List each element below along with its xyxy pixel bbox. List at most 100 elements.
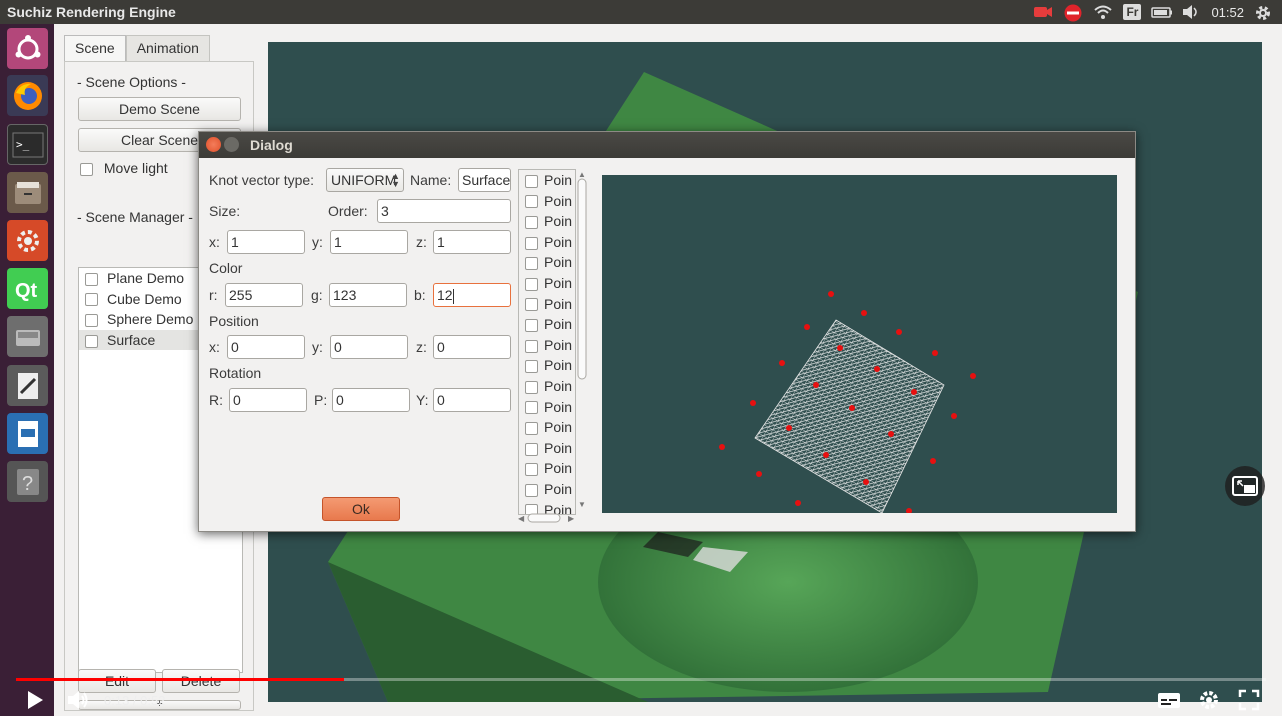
point-checkbox[interactable] <box>525 236 538 250</box>
firefox-icon[interactable] <box>7 75 48 116</box>
picture-in-picture-button[interactable] <box>1225 466 1265 506</box>
dialog-titlebar[interactable]: Dialog <box>199 132 1135 158</box>
rotation-pitch-field[interactable]: 0 <box>332 388 410 412</box>
point-checkbox[interactable] <box>525 360 538 374</box>
qt-creator-icon[interactable]: Qt <box>7 268 48 309</box>
item-checkbox[interactable] <box>85 272 98 286</box>
position-y-label: y: <box>312 339 323 355</box>
point-checkbox[interactable] <box>525 298 538 312</box>
knot-vector-select[interactable]: UNIFORM ▲ ▼ <box>326 168 404 192</box>
gear-icon[interactable] <box>1254 4 1274 20</box>
text-editor-icon[interactable] <box>7 365 48 406</box>
color-r-field[interactable]: 255 <box>225 283 303 307</box>
point-checkbox[interactable] <box>525 380 538 394</box>
do-not-disturb-icon[interactable] <box>1063 4 1083 22</box>
position-z-label: z: <box>416 339 427 355</box>
text-cursor <box>452 288 454 304</box>
move-light-option[interactable]: Move light <box>80 160 168 176</box>
point-list-item[interactable]: Poin <box>519 252 575 273</box>
point-list-item[interactable]: Poin <box>519 232 575 253</box>
delete-button[interactable]: Delete <box>162 669 240 693</box>
point-checkbox[interactable] <box>525 339 538 353</box>
ubuntu-dash-icon[interactable] <box>7 28 48 69</box>
point-list-item[interactable]: Poin <box>519 376 575 397</box>
point-checkbox[interactable] <box>525 421 538 435</box>
demo-scene-button[interactable]: Demo Scene <box>78 97 241 121</box>
libreoffice-impress-icon[interactable] <box>7 413 48 454</box>
order-field[interactable]: 3 <box>377 199 511 223</box>
point-checkbox[interactable] <box>525 401 538 415</box>
color-r-label: r: <box>209 287 218 303</box>
point-checkbox[interactable] <box>525 442 538 456</box>
point-list-item[interactable]: Poin <box>519 479 575 500</box>
wifi-icon[interactable] <box>1093 4 1113 20</box>
color-b-field[interactable]: 12 <box>433 283 511 307</box>
point-list-item[interactable]: Poin <box>519 458 575 479</box>
point-list-item[interactable]: Poin <box>519 438 575 459</box>
item-checkbox[interactable] <box>85 313 98 327</box>
video-progress-bar[interactable] <box>16 678 1266 681</box>
ok-button[interactable]: Ok <box>322 497 400 521</box>
position-y-field[interactable]: 0 <box>330 335 408 359</box>
point-checkbox[interactable] <box>525 277 538 291</box>
point-checkbox[interactable] <box>525 463 538 477</box>
disk-utility-icon[interactable] <box>7 316 48 357</box>
point-list-item[interactable]: Poin <box>519 355 575 376</box>
volume-icon[interactable] <box>66 688 90 712</box>
point-list-item[interactable]: Poin <box>519 314 575 335</box>
size-x-label: x: <box>209 234 220 250</box>
settings-gear-icon[interactable] <box>1197 688 1221 712</box>
point-list-item[interactable]: Poin <box>519 335 575 356</box>
battery-icon[interactable] <box>1151 4 1173 20</box>
color-g-field[interactable]: 123 <box>329 283 407 307</box>
size-y-field[interactable]: 1 <box>330 230 408 254</box>
order-label: Order: <box>328 203 368 219</box>
move-light-checkbox[interactable] <box>80 162 93 176</box>
software-updater-icon[interactable] <box>7 220 48 261</box>
point-list-item[interactable]: Poin <box>519 417 575 438</box>
size-z-field[interactable]: 1 <box>433 230 511 254</box>
point-list-item[interactable]: Poin <box>519 397 575 418</box>
point-checkbox[interactable] <box>525 257 538 271</box>
point-list-item[interactable]: Poin <box>519 191 575 212</box>
point-list-item[interactable]: Poin <box>519 273 575 294</box>
position-z-field[interactable]: 0 <box>433 335 511 359</box>
fullscreen-icon[interactable] <box>1237 688 1261 712</box>
tab-scene[interactable]: Scene <box>64 35 126 61</box>
maximize-icon[interactable] <box>224 137 239 152</box>
item-checkbox[interactable] <box>85 334 98 348</box>
rotation-yaw-field[interactable]: 0 <box>433 388 511 412</box>
play-icon[interactable] <box>22 688 46 712</box>
point-list-item[interactable]: Poin <box>519 211 575 232</box>
screen-record-icon[interactable] <box>1033 4 1053 20</box>
terminal-icon[interactable]: >_ <box>7 124 48 165</box>
position-x-field[interactable]: 0 <box>227 335 305 359</box>
point-checkbox[interactable] <box>525 195 538 209</box>
point-list-vertical-scrollbar[interactable]: ▲ ▼ <box>577 169 587 509</box>
surface-preview-viewport[interactable] <box>602 175 1117 513</box>
clock[interactable]: 01:52 <box>1211 5 1244 20</box>
close-icon[interactable] <box>206 137 221 152</box>
point-checkbox[interactable] <box>525 318 538 332</box>
point-list-horizontal-scrollbar[interactable]: ◀ ▶ <box>518 510 576 523</box>
captions-icon[interactable] <box>1157 688 1181 712</box>
help-icon[interactable]: ? <box>7 461 48 502</box>
move-light-label: Move light <box>103 160 168 176</box>
point-checkbox[interactable] <box>525 483 538 497</box>
point-checkbox[interactable] <box>525 174 538 188</box>
files-icon[interactable] <box>7 172 48 213</box>
size-x-field[interactable]: 1 <box>227 230 305 254</box>
item-checkbox[interactable] <box>85 293 98 307</box>
point-list-item[interactable]: Poin <box>519 170 575 191</box>
point-label: Poin <box>544 460 573 477</box>
keyboard-layout-indicator[interactable]: Fr <box>1123 4 1142 20</box>
size-z-label: z: <box>416 234 427 250</box>
point-label: Poin <box>544 480 573 497</box>
point-list-item[interactable]: Poin <box>519 294 575 315</box>
tab-animation[interactable]: Animation <box>125 35 210 61</box>
rotation-roll-field[interactable]: 0 <box>229 388 307 412</box>
name-field[interactable]: Surface <box>458 168 511 192</box>
control-point-list[interactable]: Poin Poin Poin Poin Poin Poin Poin Poin Poin Poin… <box>518 169 576 515</box>
point-checkbox[interactable] <box>525 215 538 229</box>
volume-icon[interactable] <box>1181 4 1201 20</box>
